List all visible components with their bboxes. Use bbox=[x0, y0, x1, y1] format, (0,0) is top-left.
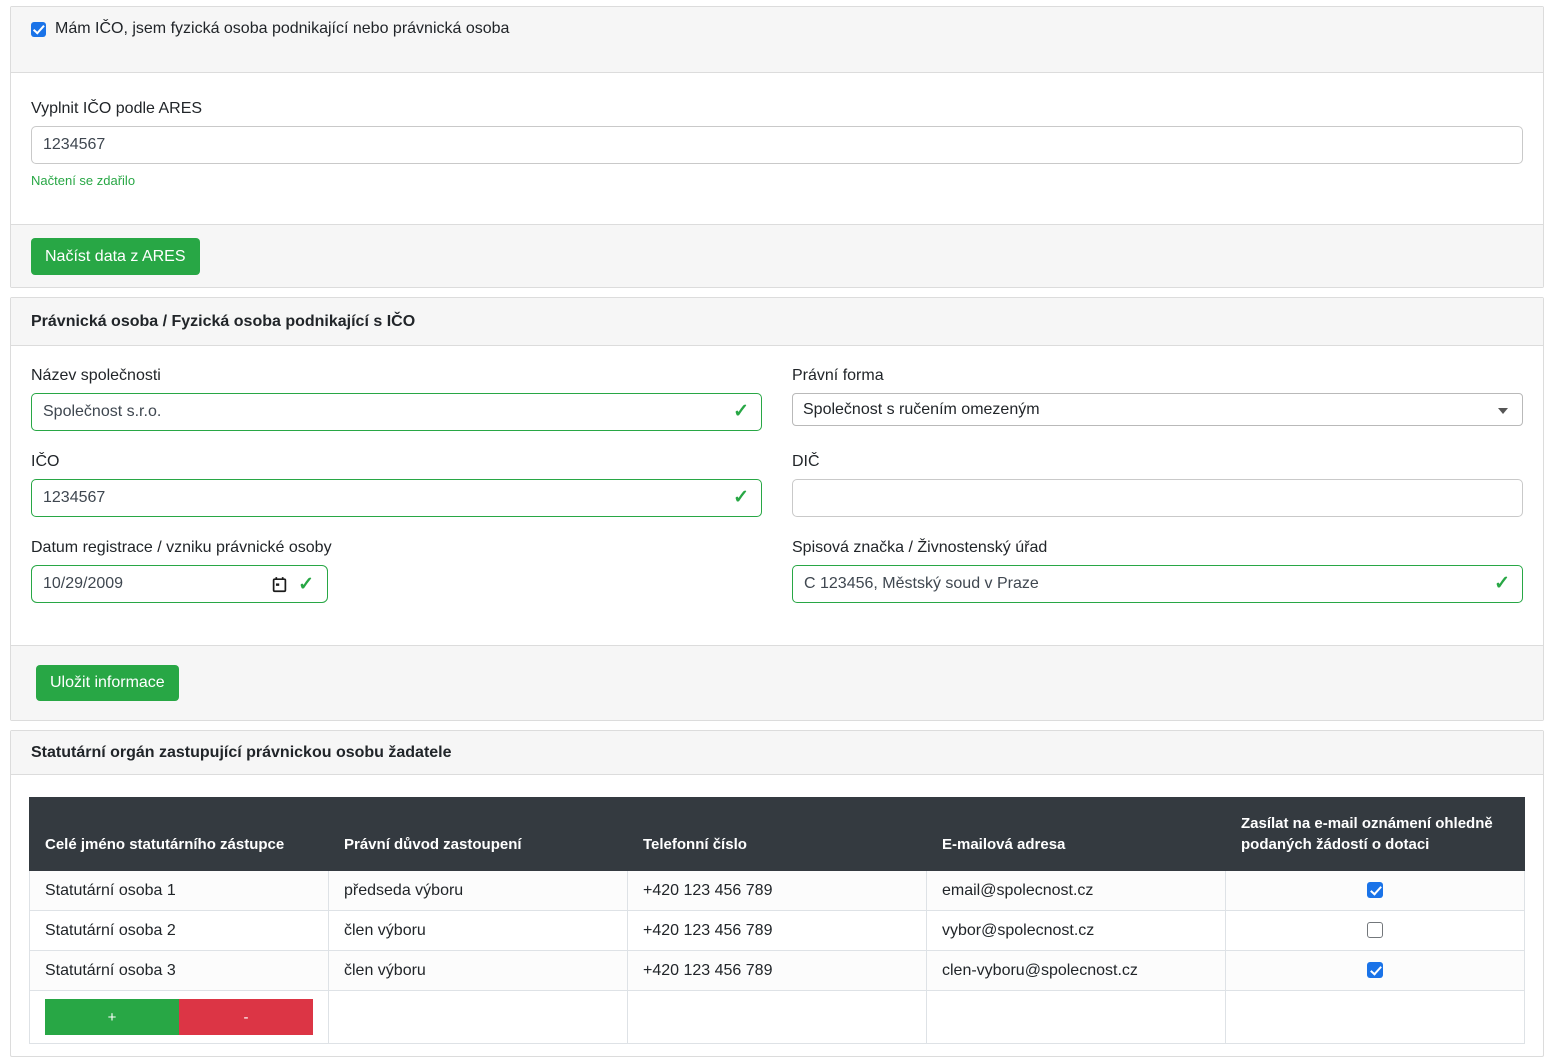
empty-cell bbox=[1226, 991, 1525, 1044]
valid-check-icon: ✓ bbox=[1494, 574, 1510, 593]
statutory-table-header-row: Celé jméno statutárního zástupce Právní … bbox=[30, 798, 1525, 871]
registration-date-field: Datum registrace / vzniku právnické osob… bbox=[31, 539, 762, 603]
dic-field: DIČ bbox=[792, 453, 1523, 517]
phone-cell: +420 123 456 789 bbox=[628, 871, 927, 911]
company-card-footer: Uložit informace bbox=[11, 645, 1543, 720]
ares-footer: Načíst data z ARES bbox=[11, 224, 1543, 287]
statutory-card-title: Statutární orgán zastupující právnickou … bbox=[31, 744, 1523, 762]
has-ico-header: Mám IČO, jsem fyzická osoba podnikající … bbox=[11, 7, 1543, 73]
legal-form-field: Právní forma Společnost s ručením omezen… bbox=[792, 367, 1523, 431]
file-number-field: Spisová značka / Živnostenský úřad ✓ bbox=[792, 539, 1523, 603]
ares-status-message: Načtení se zdařilo bbox=[31, 173, 1523, 188]
has-ico-checkbox-row[interactable]: Mám IČO, jsem fyzická osoba podnikající … bbox=[31, 20, 509, 38]
table-row: Statutární osoba 3 člen výboru +420 123 … bbox=[30, 951, 1525, 991]
ico-field: IČO ✓ bbox=[31, 453, 762, 517]
valid-check-icon: ✓ bbox=[733, 402, 749, 421]
empty-cell bbox=[329, 991, 628, 1044]
statutory-table-body: Statutární osoba 1 předseda výboru +420 … bbox=[30, 871, 1525, 991]
table-row: Statutární osoba 2 člen výboru +420 123 … bbox=[30, 911, 1525, 951]
statutory-name-cell: Statutární osoba 1 bbox=[30, 871, 329, 911]
has-ico-checkbox-label: Mám IČO, jsem fyzická osoba podnikající … bbox=[55, 20, 509, 38]
company-name-label: Název společnosti bbox=[31, 367, 762, 384]
legal-form-selected-value: Společnost s ručením omezeným bbox=[803, 401, 1040, 419]
email-cell: vybor@spolecnost.cz bbox=[927, 911, 1226, 951]
registration-date-label: Datum registrace / vzniku právnické osob… bbox=[31, 539, 762, 556]
file-number-label: Spisová značka / Živnostenský úřad bbox=[792, 539, 1523, 556]
ico-input[interactable] bbox=[31, 479, 762, 517]
table-row: Statutární osoba 1 předseda výboru +420 … bbox=[30, 871, 1525, 911]
empty-cell bbox=[927, 991, 1226, 1044]
phone-cell: +420 123 456 789 bbox=[628, 951, 927, 991]
email-cell: email@spolecnost.cz bbox=[927, 871, 1226, 911]
notify-checkbox[interactable] bbox=[1367, 962, 1383, 978]
statutory-table: Celé jméno statutárního zástupce Právní … bbox=[29, 797, 1525, 1044]
load-ares-button[interactable]: Načíst data z ARES bbox=[31, 238, 200, 275]
file-number-input[interactable] bbox=[792, 565, 1523, 603]
dic-input[interactable] bbox=[792, 479, 1523, 517]
notify-checkbox-cell bbox=[1226, 951, 1525, 991]
statutory-card-body: Celé jméno statutárního zástupce Právní … bbox=[11, 775, 1543, 1056]
email-cell: clen-vyboru@spolecnost.cz bbox=[927, 951, 1226, 991]
company-card-header: Právnická osoba / Fyzická osoba podnikaj… bbox=[11, 298, 1543, 346]
company-details-card: Právnická osoba / Fyzická osoba podnikaj… bbox=[10, 297, 1544, 721]
valid-check-icon: ✓ bbox=[733, 488, 749, 507]
statutory-card-header: Statutární orgán zastupující právnickou … bbox=[11, 731, 1543, 775]
empty-cell bbox=[628, 991, 927, 1044]
calendar-icon[interactable] bbox=[271, 576, 288, 593]
applicant-form-page: Mám IČO, jsem fyzická osoba podnikající … bbox=[0, 0, 1544, 1049]
valid-check-icon: ✓ bbox=[298, 575, 314, 594]
table-actions-row: + - bbox=[30, 991, 1525, 1044]
ares-ico-input[interactable] bbox=[31, 126, 1523, 164]
ico-label: IČO bbox=[31, 453, 762, 470]
ico-ares-card: Mám IČO, jsem fyzická osoba podnikající … bbox=[10, 6, 1544, 288]
company-name-field: Název společnosti ✓ bbox=[31, 367, 762, 431]
chevron-down-icon bbox=[1498, 408, 1508, 414]
legal-form-label: Právní forma bbox=[792, 367, 1523, 384]
notify-checkbox[interactable] bbox=[1367, 882, 1383, 898]
registration-date-input[interactable]: 10/29/2009 ✓ bbox=[31, 565, 328, 603]
ares-lookup-body: Vyplnit IČO podle ARES Načtení se zdařil… bbox=[11, 73, 1543, 224]
save-info-button[interactable]: Uložit informace bbox=[36, 665, 179, 701]
legal-reason-cell: člen výboru bbox=[329, 951, 628, 991]
col-header-notify: Zasílat na e-mail oznámení ohledně podan… bbox=[1226, 798, 1525, 871]
table-actions-cell: + - bbox=[30, 991, 329, 1044]
phone-cell: +420 123 456 789 bbox=[628, 911, 927, 951]
legal-form-select[interactable]: Společnost s ručením omezeným bbox=[792, 393, 1523, 426]
notify-checkbox[interactable] bbox=[1367, 922, 1383, 938]
company-card-title: Právnická osoba / Fyzická osoba podnikaj… bbox=[31, 313, 1523, 331]
company-card-body: Název společnosti ✓ Právní forma Společn… bbox=[11, 346, 1543, 645]
ares-ico-label: Vyplnit IČO podle ARES bbox=[31, 100, 1523, 117]
legal-reason-cell: člen výboru bbox=[329, 911, 628, 951]
col-header-email: E-mailová adresa bbox=[927, 798, 1226, 871]
add-row-button[interactable]: + bbox=[45, 999, 179, 1035]
remove-row-button[interactable]: - bbox=[179, 999, 313, 1035]
company-name-input[interactable] bbox=[31, 393, 762, 431]
col-header-full-name: Celé jméno statutárního zástupce bbox=[30, 798, 329, 871]
col-header-legal-reason: Právní důvod zastoupení bbox=[329, 798, 628, 871]
legal-reason-cell: předseda výboru bbox=[329, 871, 628, 911]
statutory-card: Statutární orgán zastupující právnickou … bbox=[10, 730, 1544, 1057]
statutory-name-cell: Statutární osoba 3 bbox=[30, 951, 329, 991]
statutory-name-cell: Statutární osoba 2 bbox=[30, 911, 329, 951]
col-header-phone: Telefonní číslo bbox=[628, 798, 927, 871]
notify-checkbox-cell bbox=[1226, 871, 1525, 911]
registration-date-value: 10/29/2009 bbox=[43, 575, 123, 593]
dic-label: DIČ bbox=[792, 453, 1523, 470]
notify-checkbox-cell bbox=[1226, 911, 1525, 951]
has-ico-checkbox[interactable] bbox=[31, 22, 46, 37]
